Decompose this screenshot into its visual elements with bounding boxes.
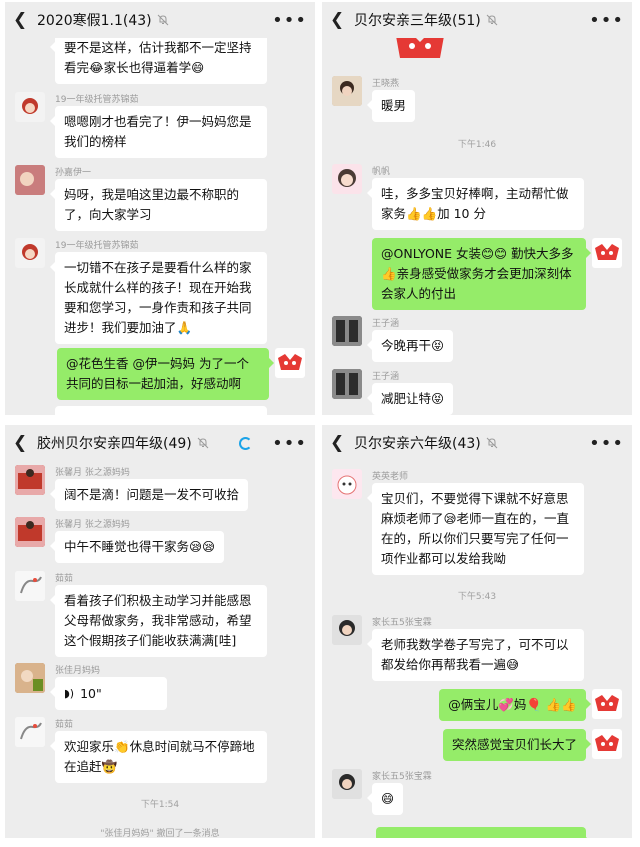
more-options-icon[interactable]: ••• xyxy=(589,433,624,454)
sender-name: 19一年级托管苏锦茹 xyxy=(55,95,139,105)
message-bubble[interactable]: 宝贝们，不要觉得下课就不好意思麻烦老师了😪老师一直在的，一直在的，所以你们只要写… xyxy=(367,483,584,575)
more-options-icon[interactable]: ••• xyxy=(589,10,624,31)
message-bubble[interactable]: 今晚再干😝 xyxy=(366,330,454,362)
chat-panel-2: ❮ 贝尔安亲三年级(51) ••• 王晓燕 暖男 下午1:46 帆帆 哇，多多宝… xyxy=(322,2,632,415)
recall-notice: "张佳月妈妈" 撤回了一条消息 xyxy=(100,829,220,838)
sender-name: 帆帆 xyxy=(372,167,391,177)
voice-duration: 10" xyxy=(80,686,102,701)
more-options-icon[interactable]: ••• xyxy=(272,433,307,454)
avatar[interactable] xyxy=(332,316,362,346)
mute-bell-icon xyxy=(157,14,168,26)
sender-name: 张馨月 张之源妈妈 xyxy=(55,520,130,530)
message-bubble[interactable]: 欢迎家乐👏休息时间就马不停蹄地在追赶🤠 xyxy=(50,731,267,783)
avatar[interactable] xyxy=(332,369,362,399)
message-bubble[interactable]: 一切错不在孩子是要看什么样的家长成就什么样的孩子！现在开始我要和您学习，一身作责… xyxy=(50,252,267,344)
avatar-self[interactable] xyxy=(592,238,622,268)
timestamp: 下午1:46 xyxy=(457,140,497,150)
message-bubble[interactable]: 哇，多多宝贝好棒啊，主动帮忙做家务👍👍加 10 分 xyxy=(367,178,584,230)
sender-name: 茹茹 xyxy=(55,574,74,584)
chat-title: 2020寒假1.1(43) xyxy=(37,13,152,29)
avatar[interactable] xyxy=(15,165,45,195)
mute-bell-icon xyxy=(486,14,498,26)
voice-message[interactable]: ◗) 10" xyxy=(50,677,167,710)
avatar[interactable] xyxy=(332,469,362,499)
voice-wave-icon: ◗) xyxy=(64,687,75,700)
message-bubble[interactable]: 嗯嗯刚才也看完了！伊一妈妈您是我们的榜样 xyxy=(50,106,267,158)
avatar[interactable] xyxy=(15,517,45,547)
message-bubble-outgoing[interactable]: @俩宝儿💞妈🎈 👍👍 xyxy=(439,689,591,721)
message-bubble[interactable]: 要不是这样，估计我都不一定坚持看完😂家长也得逼着学😄 xyxy=(50,32,267,84)
message-bubble[interactable]: 阔不是滴！问题是一发不可收拾 xyxy=(49,479,249,511)
sender-name: 张佳月妈妈 xyxy=(55,666,101,676)
avatar[interactable] xyxy=(15,92,45,122)
sender-name: 家长五5张宝霖 xyxy=(372,618,432,628)
timestamp: 下午5:43 xyxy=(457,592,497,602)
chat-panel-3: ❮ 胶州贝尔安亲四年级(49) ••• 张馨月 张之源妈妈 阔不是滴！问题是一发… xyxy=(5,425,315,838)
more-options-icon[interactable]: ••• xyxy=(272,10,307,31)
sender-name: 19一年级托管苏锦茹 xyxy=(55,241,139,251)
loading-spinner-icon xyxy=(238,436,252,450)
message-bubble-outgoing[interactable]: 突然感觉宝贝们长大了 xyxy=(442,729,592,761)
chat-panel-1: ❮ 2020寒假1.1(43) ••• 要不是这样，估计我都不一定坚持看完😂家长… xyxy=(5,2,315,415)
chat-title: 贝尔安亲六年级(43) xyxy=(354,436,481,452)
avatar[interactable] xyxy=(332,769,362,799)
avatar-self[interactable] xyxy=(592,689,622,719)
avatar[interactable] xyxy=(332,164,362,194)
message-bubble-partial xyxy=(55,406,267,415)
sender-name: 孙嘉伊一 xyxy=(55,168,92,178)
avatar[interactable] xyxy=(15,571,45,601)
chat-header: ❮ 贝尔安亲六年级(43) ••• xyxy=(322,425,632,461)
message-bubble[interactable]: 中午不睡觉也得干家务😪😪 xyxy=(49,531,225,563)
avatar[interactable] xyxy=(332,76,362,106)
sender-name: 家长五5张宝霖 xyxy=(372,772,432,782)
avatar-self[interactable] xyxy=(592,729,622,759)
chat-header: ❮ 贝尔安亲三年级(51) ••• xyxy=(322,2,632,38)
mute-bell-icon xyxy=(486,437,498,449)
message-bubble-outgoing[interactable]: @ONLYONE 女装😊😊 勤快大多多👍亲身感受做家务才会更加深刻体会家人的付出 xyxy=(372,238,591,310)
avatar[interactable] xyxy=(15,238,45,268)
message-bubble-partial xyxy=(376,827,591,838)
sender-name: 王子涵 xyxy=(372,319,400,329)
message-bubble[interactable]: 妈呀，我是咱这里边最不称职的了，向大家学习 xyxy=(50,179,267,231)
back-arrow-icon[interactable]: ❮ xyxy=(13,10,31,30)
back-arrow-icon[interactable]: ❮ xyxy=(330,10,348,30)
mute-bell-icon xyxy=(197,437,209,449)
message-bubble-outgoing[interactable]: @花色生香 @伊一妈妈 为了一个共同的目标一起加油，好感动啊 xyxy=(57,348,274,400)
back-arrow-icon[interactable]: ❮ xyxy=(330,433,348,453)
message-bubble[interactable]: 老师我数学卷子写完了，可不可以都发给你再帮我看一遍😅 xyxy=(367,629,584,681)
chat-header: ❮ 2020寒假1.1(43) ••• xyxy=(5,2,315,38)
avatar[interactable] xyxy=(15,465,45,495)
sender-name: 王子涵 xyxy=(372,372,400,382)
sender-name: 张馨月 张之源妈妈 xyxy=(55,468,130,478)
message-bubble[interactable]: 看着孩子们积极主动学习并能感恩父母帮做家务，我非常感动，希望这个假期孩子们能收获… xyxy=(50,585,267,657)
chat-panel-4: ❮ 贝尔安亲六年级(43) ••• 英英老师 宝贝们，不要觉得下课就不好意思麻烦… xyxy=(322,425,632,838)
avatar[interactable] xyxy=(15,663,45,693)
timestamp: 下午1:54 xyxy=(140,800,180,810)
avatar[interactable] xyxy=(332,615,362,645)
sender-name: 王晓燕 xyxy=(372,79,400,89)
avatar[interactable] xyxy=(15,717,45,747)
message-bubble[interactable]: 暖男 xyxy=(366,90,416,122)
sender-name: 茹茹 xyxy=(55,720,74,730)
avatar-self[interactable] xyxy=(275,348,305,378)
chat-title: 贝尔安亲三年级(51) xyxy=(354,13,481,29)
chat-title: 胶州贝尔安亲四年级(49) xyxy=(37,436,192,452)
chat-header: ❮ 胶州贝尔安亲四年级(49) ••• xyxy=(5,425,315,461)
sender-name: 英英老师 xyxy=(372,472,409,482)
message-bubble[interactable]: 😄 xyxy=(366,783,404,815)
back-arrow-icon[interactable]: ❮ xyxy=(13,433,31,453)
message-bubble[interactable]: 减肥让特😝 xyxy=(366,383,454,415)
